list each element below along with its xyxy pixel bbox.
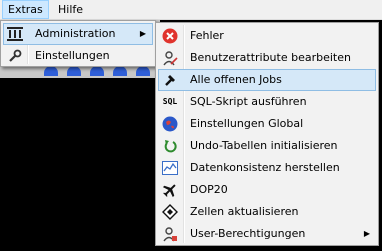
menu-item-benutzerattribute[interactable]: Benutzerattribute bearbeiten — [158, 47, 376, 69]
administration-submenu: Fehler Benutzerattribute bearbeiten Alle… — [155, 22, 379, 246]
menu-item-label: Einstellungen — [35, 49, 110, 62]
extras-menu: Administration ▶ Einstellungen — [0, 20, 156, 67]
diamond-icon — [162, 204, 178, 220]
user-edit-icon — [162, 50, 178, 66]
globe-icon — [162, 116, 178, 132]
menu-item-einstellungen-global[interactable]: Einstellungen Global — [158, 113, 376, 135]
menu-item-label: Fehler — [190, 29, 224, 42]
undo-icon — [162, 138, 178, 154]
menu-item-administration[interactable]: Administration ▶ — [3, 23, 153, 45]
menu-item-label: Zellen aktualisieren — [190, 205, 299, 218]
menu-item-undo-tabellen[interactable]: Undo-Tabellen initialisieren — [158, 135, 376, 157]
toolbar-icon — [90, 66, 104, 76]
columns-icon — [7, 26, 23, 42]
menu-item-label: Alle offenen Jobs — [190, 73, 282, 86]
menu-hilfe[interactable]: Hilfe — [53, 0, 88, 19]
airplane-icon — [162, 182, 178, 198]
menu-item-label: Undo-Tabellen initialisieren — [190, 139, 338, 152]
menu-bar: Extras Hilfe — [0, 0, 382, 20]
submenu-arrow-icon: ▶ — [139, 29, 146, 38]
menu-item-alle-offenen-jobs[interactable]: Alle offenen Jobs — [158, 69, 376, 91]
user-permissions-icon — [162, 226, 178, 242]
menu-item-fehler[interactable]: Fehler — [158, 25, 376, 47]
toolbar-icon — [136, 66, 150, 76]
chart-icon — [162, 160, 178, 176]
sql-icon-text: SQL — [162, 97, 178, 106]
submenu-arrow-icon: ▶ — [363, 229, 370, 238]
menu-item-label: DOP20 — [190, 183, 228, 196]
menu-item-label: Einstellungen Global — [190, 117, 304, 130]
menu-item-einstellungen[interactable]: Einstellungen — [3, 45, 153, 67]
sql-icon: SQL — [162, 94, 178, 110]
menu-item-user-berechtigungen[interactable]: User-Berechtigungen ▶ — [158, 223, 376, 245]
toolbar-icon — [67, 66, 81, 76]
menu-item-label: Benutzerattribute bearbeiten — [190, 51, 351, 64]
toolbar-icon — [113, 66, 127, 76]
menu-item-label: User-Berechtigungen — [190, 227, 306, 240]
error-icon — [162, 28, 178, 44]
hammer-icon — [162, 72, 178, 88]
menu-item-label: Administration — [35, 27, 116, 40]
menu-item-dop20[interactable]: DOP20 — [158, 179, 376, 201]
menu-item-datenkonsistenz[interactable]: Datenkonsistenz herstellen — [158, 157, 376, 179]
wrench-icon — [7, 48, 23, 64]
menu-item-sql-skript[interactable]: SQL SQL-Skript ausführen — [158, 91, 376, 113]
menu-item-zellen-aktualisieren[interactable]: Zellen aktualisieren — [158, 201, 376, 223]
menu-extras[interactable]: Extras — [2, 0, 49, 19]
toolbar-icon — [44, 66, 58, 76]
menu-item-label: Datenkonsistenz herstellen — [190, 161, 340, 174]
menu-item-label: SQL-Skript ausführen — [190, 95, 307, 108]
